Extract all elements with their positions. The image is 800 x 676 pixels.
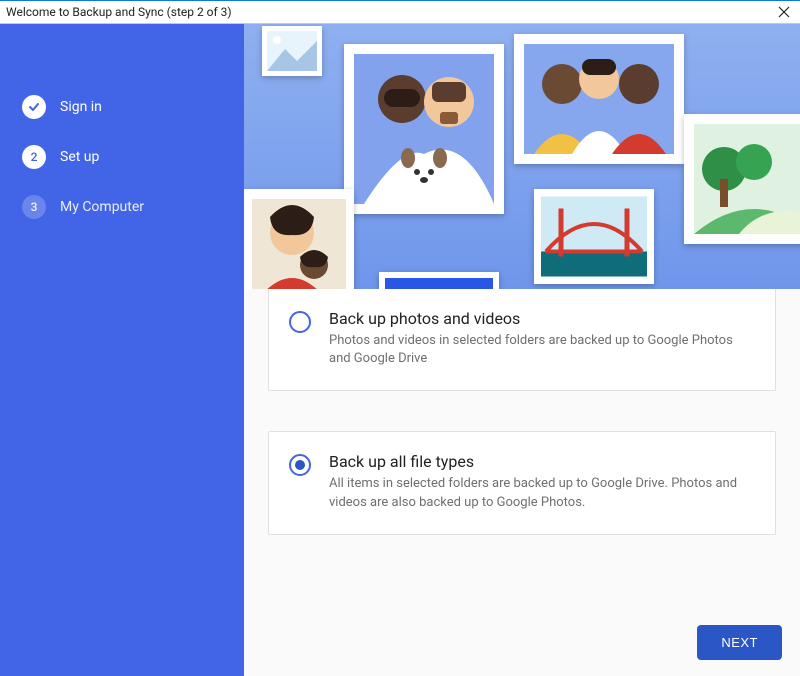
sidebar-step-sign-in[interactable]: Sign in [0,82,244,132]
options-area: Back up photos and videos Photos and vid… [244,289,800,575]
option-title: Back up all file types [329,452,755,471]
sidebar-step-label: Sign in [60,99,102,115]
sidebar: Sign in 2 Set up 3 My Computer [0,24,244,676]
option-backup-photos-videos[interactable]: Back up photos and videos Photos and vid… [268,289,776,391]
window-body: Sign in 2 Set up 3 My Computer [0,24,800,676]
sidebar-step-label: My Computer [60,199,144,215]
step-number-icon: 3 [22,195,46,219]
next-button[interactable]: NEXT [697,625,782,660]
step-number-icon: 2 [22,145,46,169]
window-title: Welcome to Backup and Sync (step 2 of 3) [6,5,232,19]
option-text-block: Back up photos and videos Photos and vid… [329,309,755,368]
option-text-block: Back up all file types All items in sele… [329,452,755,511]
radio-checked-icon[interactable] [289,454,311,476]
sidebar-step-set-up[interactable]: 2 Set up [0,132,244,182]
app-window: Welcome to Backup and Sync (step 2 of 3)… [0,0,800,676]
sidebar-step-my-computer[interactable]: 3 My Computer [0,182,244,232]
titlebar: Welcome to Backup and Sync (step 2 of 3) [0,1,800,24]
option-description: All items in selected folders are backed… [329,475,749,511]
main-panel: Back up photos and videos Photos and vid… [244,24,800,676]
footer: NEXT [697,625,782,660]
hero-illustration [244,24,800,289]
check-icon [22,95,46,119]
close-icon[interactable] [774,2,794,22]
option-backup-all-files[interactable]: Back up all file types All items in sele… [268,431,776,534]
option-description: Photos and videos in selected folders ar… [329,332,749,368]
sidebar-step-label: Set up [60,149,99,165]
radio-unchecked-icon[interactable] [289,311,311,333]
option-title: Back up photos and videos [329,309,755,328]
